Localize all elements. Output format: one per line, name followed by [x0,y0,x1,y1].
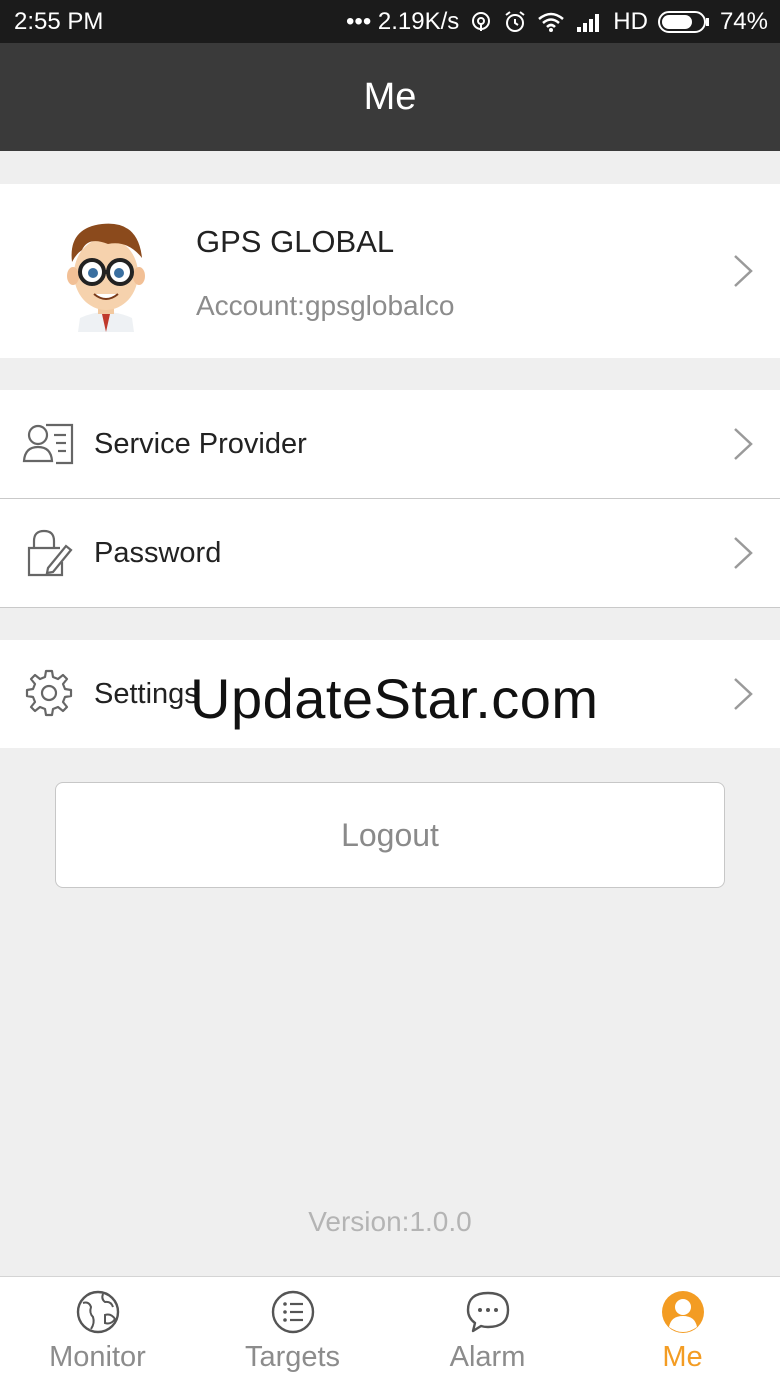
lock-edit-icon [27,529,73,577]
tab-label-me: Me [662,1341,703,1373]
tab-monitor[interactable]: Monitor [0,1277,195,1386]
divider [0,607,780,608]
gear-icon [25,669,73,717]
tab-me[interactable]: Me [585,1277,780,1386]
contact-card-icon [22,423,74,465]
menu-row-password[interactable]: Password [0,499,780,607]
profile-name: GPS GLOBAL [196,224,395,259]
battery-icon [657,10,709,33]
status-time: 2:55 PM [14,7,104,35]
hotspot-icon [472,11,491,31]
battery-percent: 74% [719,7,768,35]
status-bar: 2:55 PM ••• 2.19K/s HD 74% [0,0,780,43]
logout-button[interactable]: Logout [55,782,725,888]
bottom-tab-bar: Monitor Targets Alarm Me [0,1276,780,1386]
tab-label-alarm: Alarm [449,1341,526,1373]
menu-label-password: Password [94,536,222,569]
tab-label-monitor: Monitor [49,1341,146,1373]
profile-card[interactable]: GPS GLOBAL Account:gpsglobalco [0,184,780,358]
alarm-clock-icon [505,10,525,32]
menu-row-service-provider[interactable]: Service Provider [0,390,780,498]
chevron-right-icon [734,537,753,569]
title-bar: Me [0,43,780,151]
menu-label-settings: Settings [94,677,199,710]
wifi-icon [538,12,565,32]
tab-alarm[interactable]: Alarm [390,1277,585,1386]
chevron-right-icon [734,255,753,287]
version-label: Version:1.0.0 [308,1206,472,1237]
globe-icon [76,1290,119,1334]
network-speed: ••• 2.19K/s [346,7,460,35]
avatar [67,223,145,332]
tab-label-targets: Targets [244,1341,341,1373]
status-indicators: ••• 2.19K/s HD 74% [346,8,768,36]
chevron-right-icon [734,678,753,710]
person-icon [661,1291,704,1333]
tab-targets[interactable]: Targets [195,1277,390,1386]
network-type: HD [613,7,648,35]
page-title: Me [363,75,417,118]
chat-bubble-icon [466,1291,509,1333]
list-icon [271,1290,314,1334]
chevron-right-icon [734,428,753,460]
signal-icon [577,13,600,32]
watermark-text: UpdateStar.com [190,667,599,730]
profile-account: Account:gpsglobalco [196,290,455,321]
menu-label-service-provider: Service Provider [94,427,307,460]
